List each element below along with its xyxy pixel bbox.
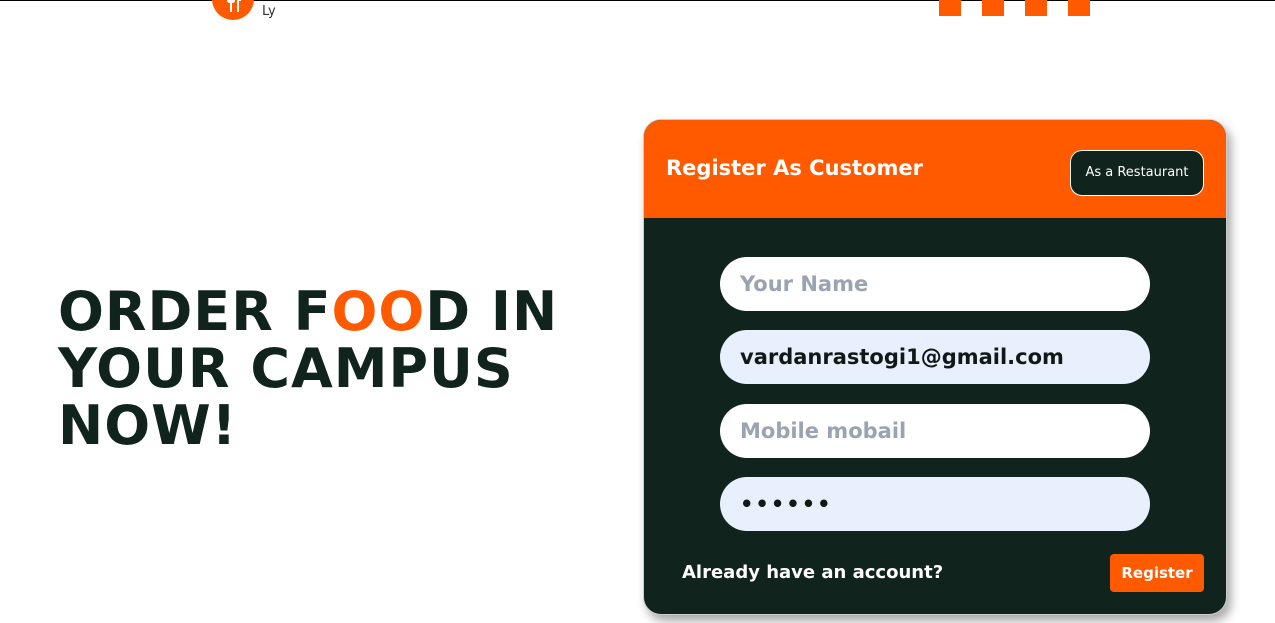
- hero-text: ORDER F: [58, 280, 332, 343]
- hero-accent-text: OO: [331, 280, 426, 343]
- logo[interactable]: [212, 0, 254, 20]
- nav-menu: [939, 0, 1090, 16]
- logo-text: Ly: [262, 4, 276, 19]
- email-input[interactable]: vardanrastogi1@gmail.com: [720, 330, 1150, 384]
- hero-heading: ORDER FOOD IN YOUR CAMPUS NOW!: [58, 283, 558, 454]
- login-link[interactable]: Already have an account?: [682, 562, 943, 583]
- mobile-input[interactable]: Mobile mobail: [720, 404, 1150, 458]
- register-card-header: Register As Customer As a Restaurant: [644, 120, 1226, 218]
- register-button[interactable]: Register: [1110, 554, 1204, 592]
- nav-item[interactable]: [939, 0, 961, 16]
- password-input[interactable]: ••••••: [720, 477, 1150, 531]
- register-as-restaurant-button[interactable]: As a Restaurant: [1070, 150, 1204, 196]
- hero-line-3: NOW!: [58, 394, 238, 457]
- nav-item[interactable]: [1025, 0, 1047, 16]
- nav-item[interactable]: [1068, 0, 1090, 16]
- hero-line-2: YOUR CAMPUS: [58, 337, 514, 400]
- nav-item[interactable]: [982, 0, 1004, 16]
- form-title: Register As Customer: [666, 156, 923, 180]
- register-card: Register As Customer As a Restaurant You…: [643, 119, 1227, 615]
- name-input[interactable]: Your Name: [720, 257, 1150, 311]
- fork-knife-icon: [212, 0, 254, 20]
- hero-line-1: ORDER FOOD IN: [58, 283, 558, 340]
- hero-text: D IN: [425, 280, 559, 343]
